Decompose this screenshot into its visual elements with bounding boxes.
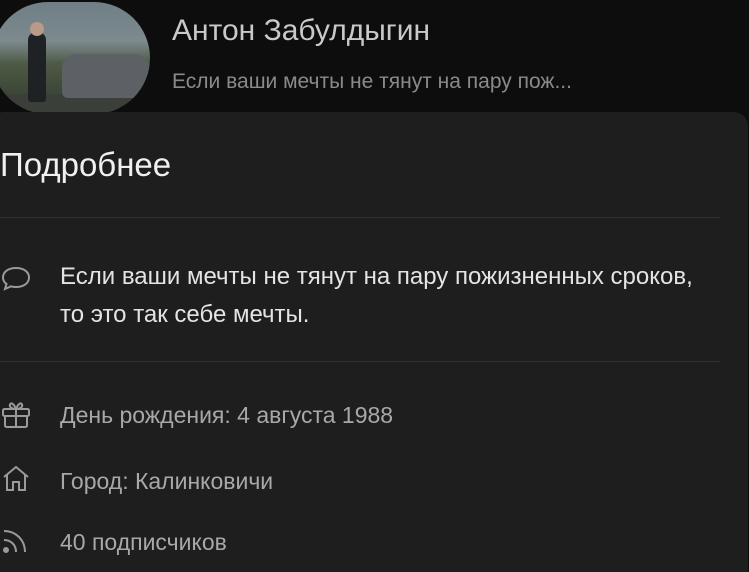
rss-icon	[0, 524, 32, 556]
divider	[0, 361, 720, 362]
profile-header: Антон Забулдыгин Если ваши мечты не тяну…	[0, 0, 749, 120]
gift-icon	[0, 398, 32, 430]
birthday-item: День рождения: 4 августа 1988	[60, 402, 394, 428]
speech-bubble-icon	[0, 262, 32, 294]
details-title: Подробнее	[0, 146, 172, 183]
divider	[0, 217, 720, 218]
avatar[interactable]	[0, 2, 150, 114]
home-icon	[0, 462, 32, 494]
about-text: Если ваши мечты не тянут на пару пожизне…	[60, 263, 693, 328]
followers-item[interactable]: 40 подписчиков	[60, 529, 227, 556]
city-item[interactable]: Город: Калинковичи	[60, 468, 273, 495]
profile-status[interactable]: Если ваши мечты не тянут на пару пож...	[172, 70, 572, 94]
profile-name[interactable]: Антон Забулдыгин	[172, 14, 430, 48]
